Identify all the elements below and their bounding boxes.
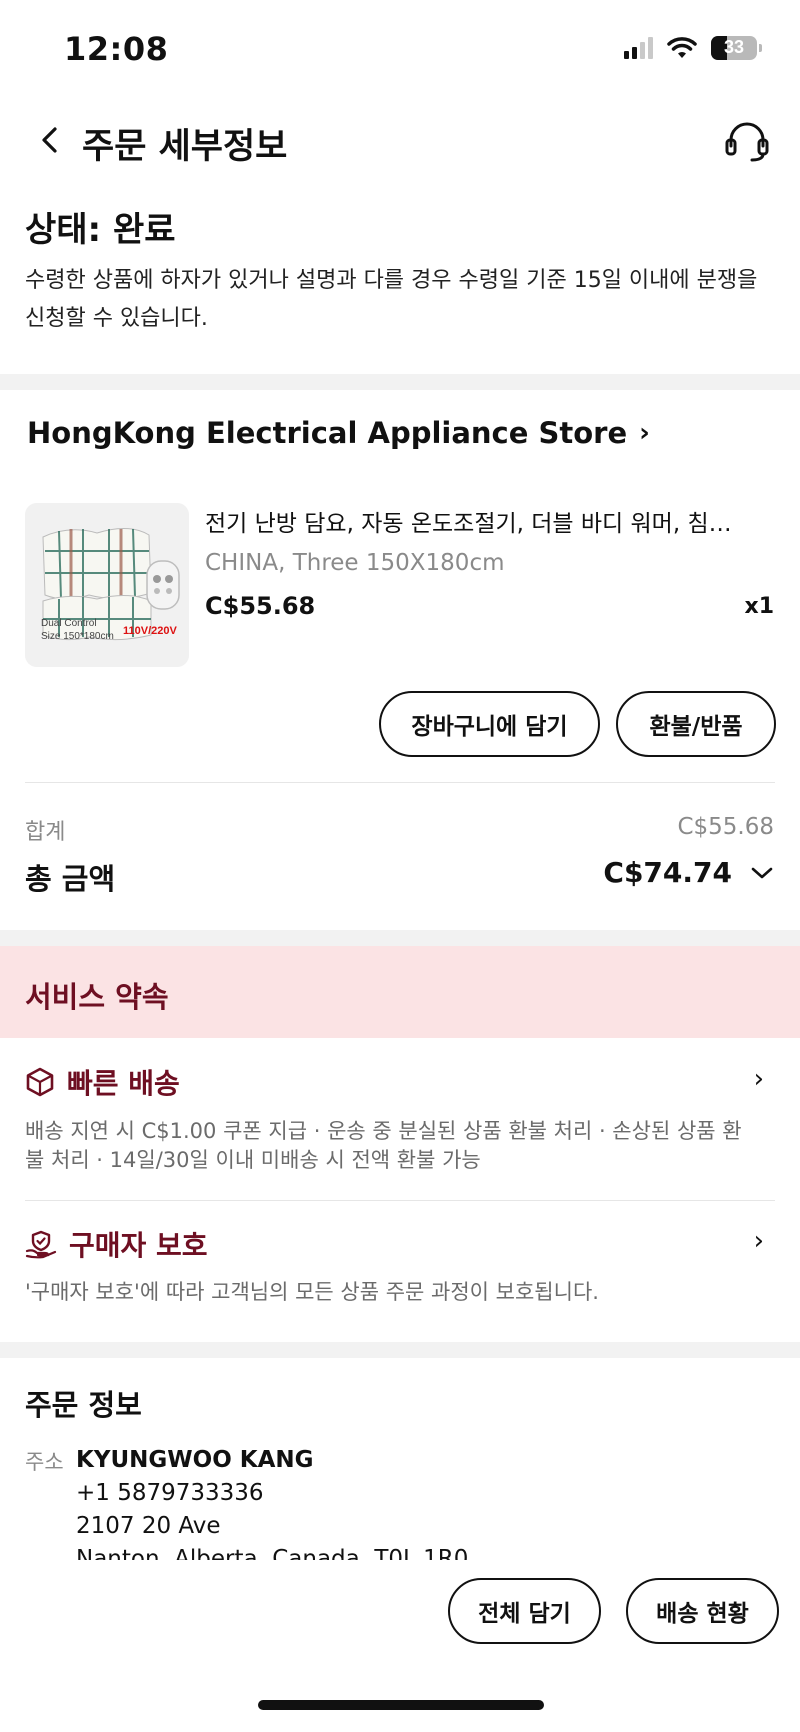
box-icon [26,1067,54,1097]
headset-icon[interactable] [722,116,772,166]
add-all-to-cart-button[interactable]: 전체 담기 [448,1578,601,1644]
nav-bar: 주문 세부정보 [0,100,800,180]
section-divider [0,930,800,946]
order-status-description: 수령한 상품에 하자가 있거나 설명과 다를 경우 수령일 기준 15일 이내에… [25,268,758,331]
address-block: KYUNGWOO KANG +1 5879733336 2107 20 Ave … [76,1444,468,1576]
address-street: 2107 20 Ave [76,1513,221,1539]
store-link[interactable]: HongKong Electrical Appliance Store › [27,416,650,450]
divider-line [25,782,775,783]
page-title: 주문 세부정보 [82,127,288,167]
delivery-tracking-button[interactable]: 배송 현황 [626,1578,779,1644]
subtotal-value: C$55.68 [677,814,774,840]
battery-cap [759,44,762,52]
buyer-protection-title: 구매자 보호 [69,1229,208,1262]
chevron-down-icon [751,867,773,878]
order-status-title: 상태: 완료 [25,210,176,250]
divider-line [25,1200,775,1201]
cellular-signal-icon [624,37,653,59]
total-amount-toggle[interactable]: C$74.74 [603,856,774,889]
fast-delivery-description: 배송 지연 시 C$1.00 쿠폰 지급 · 운송 중 분실된 상품 환불 처리… [25,1119,742,1172]
blanket-image: Dual Control Size 150*180cm 110V/220V [25,503,189,667]
total-value: C$74.74 [603,856,732,889]
recipient-phone: +1 5879733336 [76,1480,264,1506]
store-name: HongKong Electrical Appliance Store [27,416,628,450]
section-divider [0,374,800,390]
status-bar: 12:08 33 [0,0,800,100]
chevron-right-icon: › [639,418,650,448]
battery-icon: 33 [711,36,757,60]
address-label: 주소 [25,1450,64,1474]
service-promise-banner: 서비스 약속 [0,946,800,1038]
chevron-right-icon[interactable]: › [754,1064,764,1094]
image-voltage: 110V/220V [123,625,177,637]
status-icons: 33 [624,36,762,60]
battery-level: 33 [723,37,745,57]
image-caption-1: Dual Control [41,618,97,629]
buyer-protection-description: '구매자 보호'에 따라 고객님의 모든 상품 주문 과정이 보호됩니다. [25,1280,599,1304]
image-caption-2: Size 150*180cm [41,631,114,642]
buyer-protection-title-row[interactable]: 구매자 보호 [25,1224,208,1264]
wifi-icon [667,37,697,58]
add-to-cart-button[interactable]: 장바구니에 담기 [379,691,600,757]
shield-hand-icon [25,1230,57,1259]
home-indicator[interactable] [258,1700,544,1710]
status-time: 12:08 [64,30,169,68]
chevron-left-icon[interactable] [30,120,70,160]
refund-return-button[interactable]: 환불/반품 [616,691,776,757]
section-divider [0,1342,800,1358]
product-image[interactable]: Dual Control Size 150*180cm 110V/220V [25,503,189,667]
subtotal-label: 합계 [25,820,66,845]
order-info-title: 주문 정보 [25,1388,142,1422]
product-title[interactable]: 전기 난방 담요, 자동 온도조절기, 더블 바디 워머, 침대 매트리스 [205,504,750,538]
product-variant: CHINA, Three 150X180cm [205,550,505,576]
service-promise-title: 서비스 약속 [25,980,169,1014]
recipient-name: KYUNGWOO KANG [76,1447,314,1473]
chevron-right-icon[interactable]: › [754,1226,764,1256]
product-price: C$55.68 [205,592,316,620]
fast-delivery-title-row[interactable]: 빠른 배송 [25,1062,180,1102]
product-quantity: x1 [744,594,775,619]
total-label: 총 금액 [25,862,116,896]
fast-delivery-title: 빠른 배송 [67,1067,180,1100]
